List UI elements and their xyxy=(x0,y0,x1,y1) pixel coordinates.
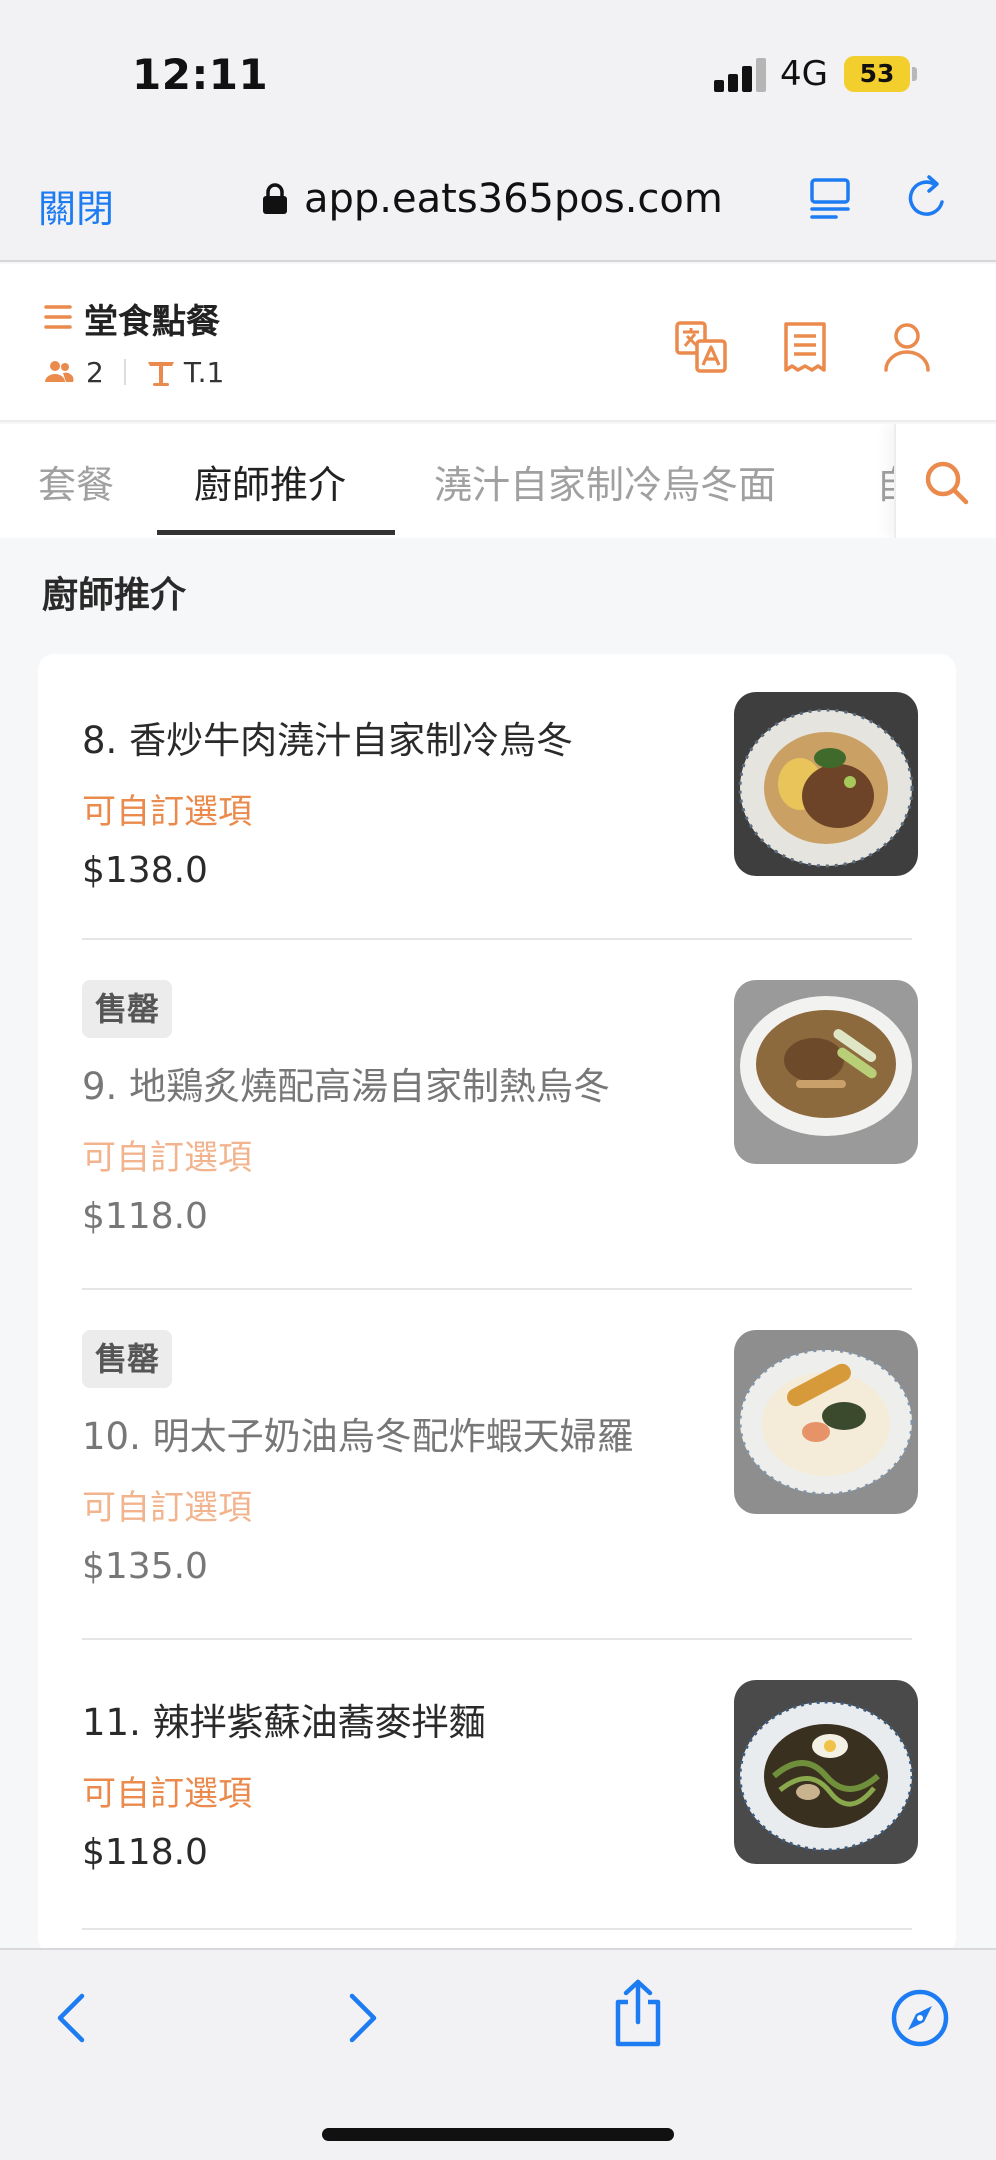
share-icon[interactable] xyxy=(608,1978,668,2048)
tab-cold-udon[interactable]: 澆汁自家制冷烏冬面 xyxy=(434,454,776,509)
home-indicator xyxy=(322,2128,674,2141)
reload-icon[interactable] xyxy=(902,172,954,224)
guest-count: 2 xyxy=(86,355,104,389)
item-price: $135.0 xyxy=(82,1546,208,1587)
battery-cap xyxy=(912,67,917,81)
category-tabs: 套餐 廚師推介 澆汁自家制冷烏冬面 自 xyxy=(0,424,996,538)
translate-icon[interactable] xyxy=(674,320,728,374)
item-image xyxy=(734,1680,918,1864)
lock-icon xyxy=(263,183,287,214)
table-number: T.1 xyxy=(183,355,225,389)
menu-item[interactable]: 售罄 10. 明太子奶油烏冬配炸蝦天婦羅 可自訂選項 $135.0 xyxy=(38,1290,956,1640)
menu-icon[interactable] xyxy=(44,304,72,330)
item-image xyxy=(734,980,918,1164)
back-icon[interactable] xyxy=(44,1988,104,2048)
signal-icon xyxy=(714,58,770,92)
status-time: 12:11 xyxy=(132,50,269,99)
search-button[interactable] xyxy=(894,424,996,538)
item-price: $138.0 xyxy=(82,850,208,891)
tab-chef-recommend[interactable]: 廚師推介 xyxy=(194,454,346,509)
address-bar[interactable]: app.eats365pos.com xyxy=(262,174,723,224)
item-name: 8. 香炒牛肉澆汁自家制冷烏冬 xyxy=(82,719,574,762)
search-icon xyxy=(925,461,969,505)
item-price: $118.0 xyxy=(82,1832,208,1873)
item-option-link[interactable]: 可自訂選項 xyxy=(82,1130,252,1179)
forward-icon[interactable] xyxy=(330,1988,390,2048)
item-divider xyxy=(82,1928,912,1930)
receipt-icon[interactable] xyxy=(778,320,832,374)
item-name: 11. 辣拌紫蘇油蕎麥拌麵 xyxy=(82,1701,486,1744)
battery-level: 53 xyxy=(859,59,895,88)
battery-icon: 53 xyxy=(844,56,910,92)
network-label: 4G xyxy=(780,54,828,94)
people-icon xyxy=(45,361,74,382)
item-image xyxy=(734,692,918,876)
page-title: 堂食點餐 xyxy=(84,302,220,342)
item-option-link[interactable]: 可自訂選項 xyxy=(82,784,252,833)
item-name: 10. 明太子奶油烏冬配炸蝦天婦羅 xyxy=(82,1415,634,1458)
sold-out-badge: 售罄 xyxy=(82,1330,172,1388)
meta-divider xyxy=(123,359,126,385)
menu-item[interactable]: 11. 辣拌紫蘇油蕎麥拌麵 可自訂選項 $118.0 xyxy=(38,1640,956,1930)
table-icon xyxy=(147,362,174,386)
user-icon[interactable] xyxy=(880,320,934,374)
browser-bar: 關閉 app.eats365pos.com xyxy=(0,150,996,262)
sold-out-badge: 售罄 xyxy=(82,980,172,1038)
item-option-link[interactable]: 可自訂選項 xyxy=(82,1480,252,1529)
close-button[interactable]: 關閉 xyxy=(38,178,114,233)
item-name: 9. 地鶏炙燒配高湯自家制熱烏冬 xyxy=(82,1065,611,1108)
menu-item[interactable]: 售罄 9. 地鶏炙燒配高湯自家制熱烏冬 可自訂選項 $118.0 xyxy=(38,940,956,1290)
browser-toolbar xyxy=(0,1948,996,2160)
tab-set-meal[interactable]: 套餐 xyxy=(38,454,114,509)
status-bar: 12:11 4G 53 xyxy=(0,0,996,150)
app-header: 堂食點餐 2 T.1 xyxy=(0,264,996,422)
item-image xyxy=(734,1330,918,1514)
section-title: 廚師推介 xyxy=(42,575,187,616)
item-price: $118.0 xyxy=(82,1196,208,1237)
menu-list: 8. 香炒牛肉澆汁自家制冷烏冬 可自訂選項 $138.0 售罄 9. 地鶏炙燒配… xyxy=(38,654,956,1954)
menu-item[interactable]: 8. 香炒牛肉澆汁自家制冷烏冬 可自訂選項 $138.0 xyxy=(38,654,956,940)
order-meta: 2 T.1 xyxy=(44,352,224,392)
compass-icon[interactable] xyxy=(890,1988,950,2048)
reader-icon[interactable] xyxy=(806,174,856,224)
url-text: app.eats365pos.com xyxy=(304,176,723,222)
item-option-link[interactable]: 可自訂選項 xyxy=(82,1766,252,1815)
active-tab-indicator xyxy=(157,530,395,535)
